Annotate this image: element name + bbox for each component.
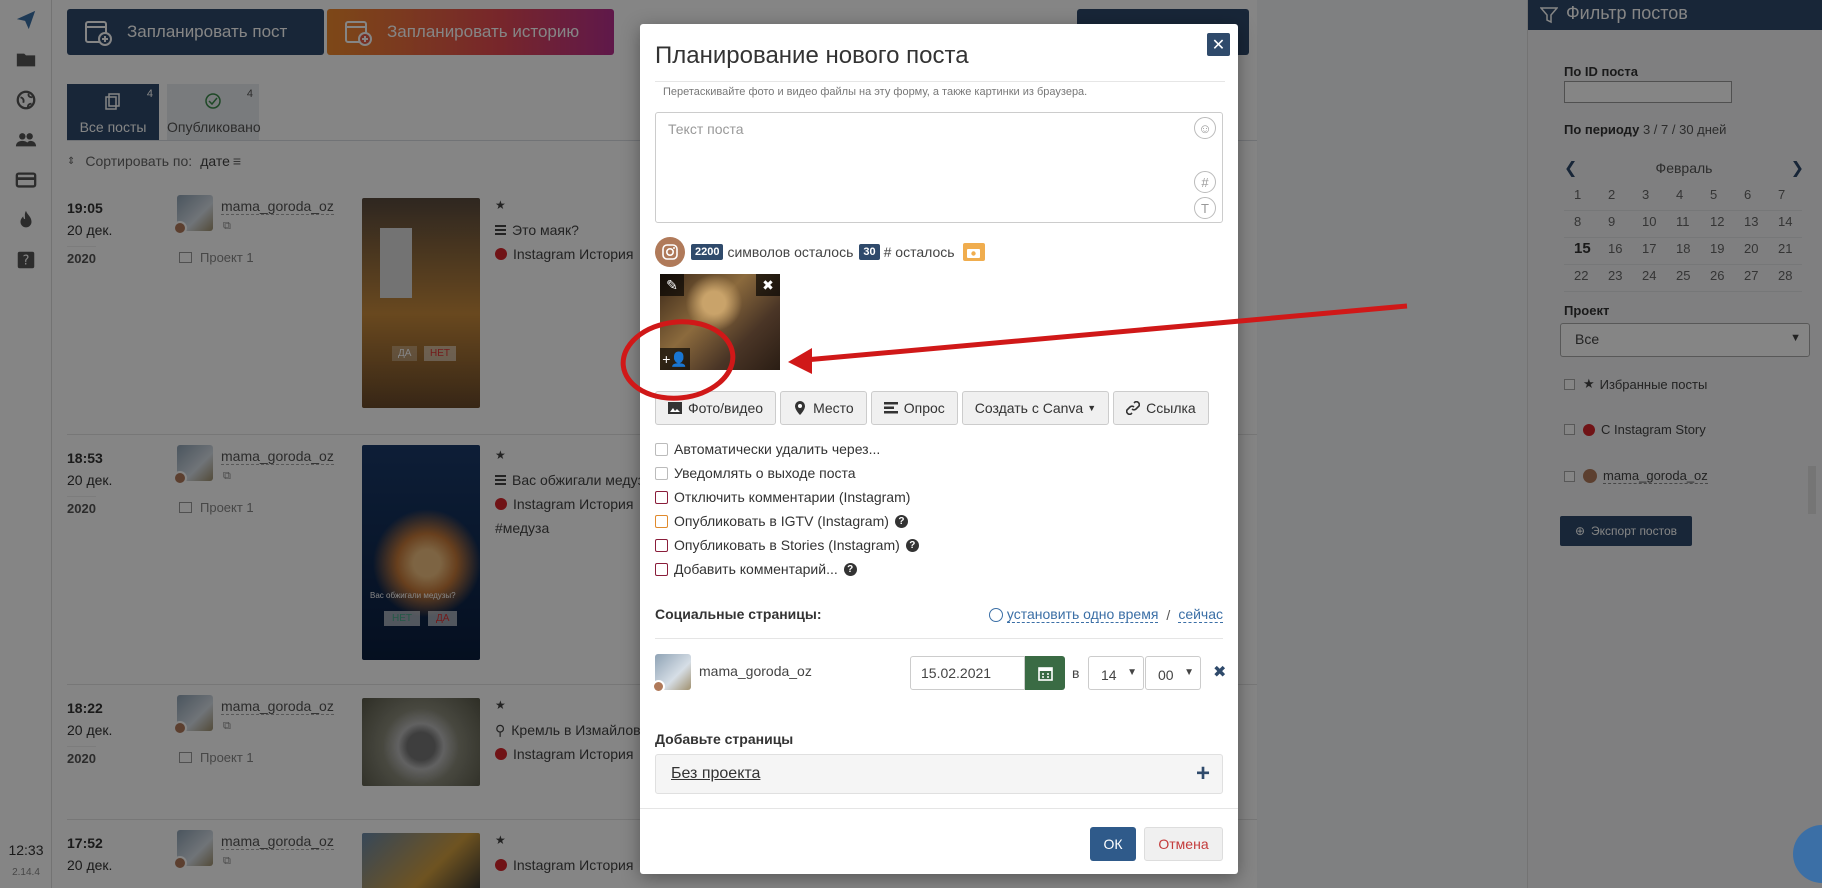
project-accordion[interactable]: Без проекта + [655, 754, 1223, 794]
hour-value: 14 [1101, 667, 1117, 683]
separator: / [1166, 606, 1171, 623]
text-format-icon[interactable]: T [1194, 197, 1216, 219]
media-actions: Фото/видео Место Опрос Создать с Canva ▼… [655, 391, 1213, 425]
checkbox[interactable] [655, 490, 668, 504]
modal-title: Планирование нового поста [655, 42, 969, 69]
drag-drop-hint: Перетаскивайте фото и видео файлы на эту… [655, 81, 1225, 98]
option-label: Автоматически удалить через... [674, 441, 881, 457]
poll-button[interactable]: Опрос [870, 391, 958, 425]
at-label: в [1072, 665, 1080, 681]
hour-select[interactable]: 14 ▼ [1088, 656, 1144, 690]
social-pages-title: Социальные страницы: [655, 606, 822, 622]
set-one-time-link[interactable]: установить одно время [1006, 606, 1159, 623]
instagram-icon [655, 237, 685, 267]
option-label: Добавить комментарий... [674, 561, 838, 577]
divider [655, 638, 1223, 639]
emoji-icon[interactable]: ☺ [1194, 117, 1216, 139]
question-icon[interactable]: ? [843, 562, 857, 576]
camera-icon [962, 243, 985, 261]
option-label: Отключить комментарии (Instagram) [674, 489, 911, 505]
checkbox[interactable] [655, 538, 668, 552]
checkbox[interactable] [655, 466, 668, 480]
place-label: Место [813, 400, 854, 416]
avatar [652, 654, 691, 693]
place-button[interactable]: Место [780, 391, 867, 425]
link-icon [1126, 401, 1141, 415]
cancel-button[interactable]: Отмена [1144, 827, 1223, 861]
add-pages-title: Добавьте страницы [655, 731, 794, 747]
remove-media-icon[interactable]: ✖ [756, 274, 780, 296]
canva-button[interactable]: Создать с Canva ▼ [961, 391, 1110, 425]
caret-down-icon: ▼ [1087, 403, 1097, 413]
account-schedule-row: mama_goroda_oz 15.02.2021 в 14 ▼ 00 ▼ ✖ [652, 652, 1226, 693]
close-icon[interactable]: ✕ [1207, 33, 1230, 56]
question-icon[interactable]: ? [905, 538, 919, 552]
link-button[interactable]: Ссылка [1113, 391, 1209, 425]
checkbox[interactable] [655, 562, 668, 576]
image-icon [668, 402, 682, 414]
chevron-down-icon: ▼ [1184, 667, 1194, 678]
hashtag-count-badge: 30 [859, 244, 880, 260]
tag-user-icon[interactable]: +👤 [660, 348, 690, 370]
calendar-icon [1037, 666, 1053, 681]
option-add-comment[interactable]: Добавить комментарий... ? [655, 561, 857, 577]
post-text-area[interactable]: Текст поста ☺ # T [655, 112, 1223, 223]
remove-account-icon[interactable]: ✖ [1213, 662, 1226, 682]
new-post-modal: Планирование нового поста ✕ Перетаскивай… [640, 24, 1238, 874]
option-label: Уведомлять о выходе поста [674, 465, 856, 481]
minute-select[interactable]: 00 ▼ [1145, 656, 1201, 690]
post-text-placeholder: Текст поста [668, 121, 744, 137]
plus-icon[interactable]: + [1196, 760, 1210, 788]
divider [640, 808, 1238, 809]
checkbox[interactable] [655, 514, 668, 528]
poll-label: Опрос [903, 400, 945, 416]
project-name[interactable]: Без проекта [671, 765, 760, 783]
ok-button[interactable]: ОК [1090, 827, 1136, 861]
option-igtv[interactable]: Опубликовать в IGTV (Instagram) ? [655, 513, 908, 529]
option-label: Опубликовать в IGTV (Instagram) [674, 513, 889, 529]
hashtag-icon[interactable]: # [1194, 171, 1216, 193]
date-input[interactable]: 15.02.2021 [910, 656, 1025, 690]
question-icon[interactable]: ? [894, 514, 908, 528]
chars-count-badge: 2200 [691, 244, 724, 260]
now-link[interactable]: сейчас [1178, 606, 1223, 623]
option-notify[interactable]: Уведомлять о выходе поста [655, 465, 856, 481]
counter-row: 2200 символов осталось 30 # осталось [655, 237, 985, 267]
set-time-controls: установить одно время / сейчас [988, 606, 1223, 623]
option-label: Опубликовать в Stories (Instagram) [674, 537, 900, 553]
chevron-down-icon: ▼ [1127, 667, 1137, 678]
list-icon [883, 402, 898, 414]
map-marker-icon [795, 401, 806, 415]
minute-value: 00 [1158, 667, 1174, 683]
option-stories[interactable]: Опубликовать в Stories (Instagram) ? [655, 537, 919, 553]
clock-icon [988, 607, 1003, 622]
pencil-icon[interactable]: ✎ [660, 274, 684, 296]
checkbox[interactable] [655, 442, 668, 456]
option-auto-delete[interactable]: Автоматически удалить через... [655, 441, 880, 457]
link-label: Ссылка [1146, 400, 1196, 416]
photo-video-label: Фото/видео [688, 400, 764, 416]
account-name: mama_goroda_oz [699, 663, 812, 679]
instagram-icon [652, 680, 665, 693]
photo-video-button[interactable]: Фото/видео [655, 391, 777, 425]
media-thumbnail[interactable]: ✎ ✖ +👤 [660, 274, 780, 370]
option-disable-comments[interactable]: Отключить комментарии (Instagram) [655, 489, 910, 505]
calendar-button[interactable] [1025, 656, 1065, 690]
chars-label: символов осталось [727, 244, 854, 260]
hashtag-label: # осталось [883, 244, 955, 260]
canva-label: Создать с Canva [974, 400, 1084, 416]
